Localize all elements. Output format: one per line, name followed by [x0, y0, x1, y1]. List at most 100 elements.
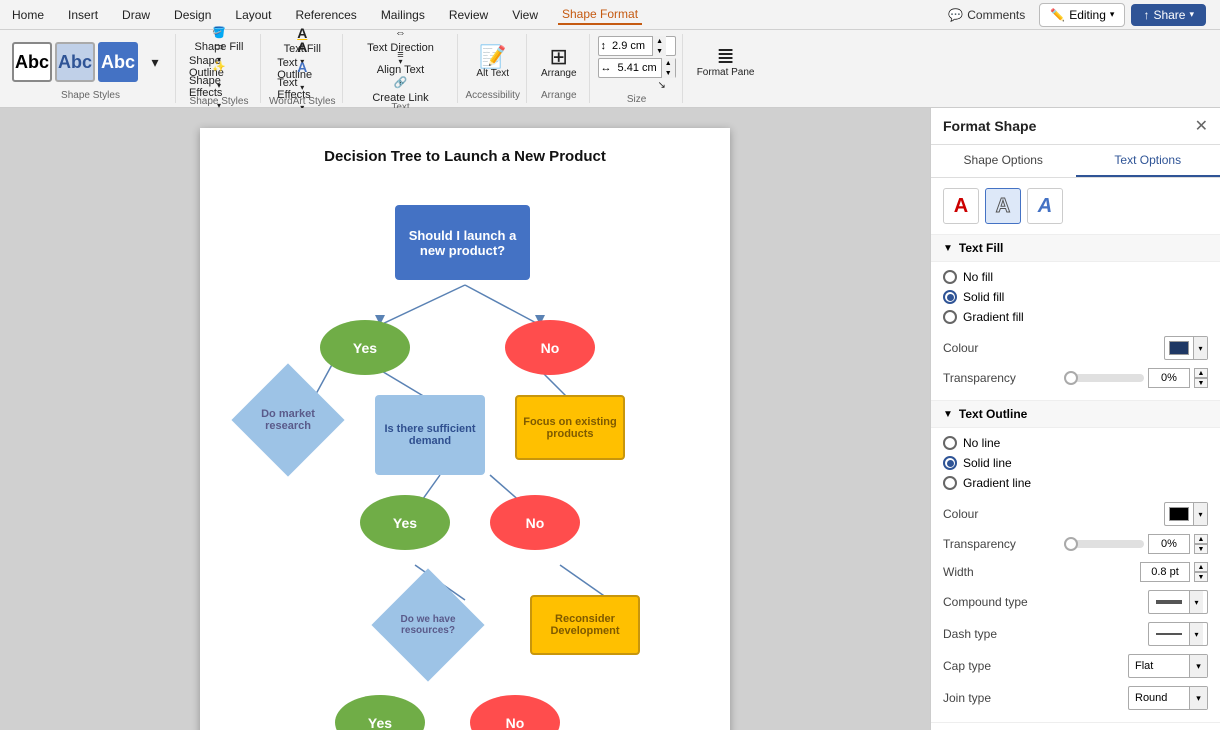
no-line-row[interactable]: No line [943, 436, 1208, 450]
join-type-dropdown[interactable]: Round ▾ [1128, 686, 1208, 710]
menu-draw[interactable]: Draw [118, 6, 154, 24]
solid-fill-row[interactable]: Solid fill [943, 290, 1208, 304]
menu-mailings[interactable]: Mailings [377, 6, 429, 24]
menu-shape-format[interactable]: Shape Format [558, 5, 642, 25]
width-spin-up2[interactable]: ▲ [1194, 562, 1208, 572]
shape-no2[interactable]: No [490, 495, 580, 550]
shape-yes2[interactable]: Yes [360, 495, 450, 550]
shape-resources-diamond[interactable]: Do we have resources? [371, 568, 484, 681]
alt-text-button[interactable]: 📝 Alt Text [470, 36, 515, 88]
outline-trans-spin-down[interactable]: ▼ [1194, 544, 1208, 554]
more-styles-button[interactable]: ▾ [141, 36, 169, 88]
menu-review[interactable]: Review [445, 6, 492, 24]
gradient-line-row[interactable]: Gradient line [943, 476, 1208, 490]
text-outline-style-icon[interactable]: A [985, 188, 1021, 224]
colour-button[interactable]: ▾ [1164, 336, 1208, 360]
height-spin-up[interactable]: ▲ [661, 58, 675, 68]
transparency-input[interactable]: 0% [1148, 368, 1190, 388]
shape-focus[interactable]: Focus on existing products [515, 395, 625, 460]
outline-transparency-input[interactable]: 0% [1148, 534, 1190, 554]
outline-trans-spin-up[interactable]: ▲ [1194, 534, 1208, 544]
dash-arrow[interactable]: ▾ [1189, 623, 1203, 645]
text-fill-style-icon[interactable]: A [943, 188, 979, 224]
no-fill-radio[interactable] [943, 270, 957, 284]
shape-yes3[interactable]: Yes [335, 695, 425, 730]
menu-view[interactable]: View [508, 6, 542, 24]
width-spin-up[interactable]: ▲ [652, 36, 666, 46]
no-fill-row[interactable]: No fill [943, 270, 1208, 284]
height-spin-down[interactable]: ▼ [661, 68, 675, 78]
arrange-button[interactable]: ⊞ Arrange [535, 36, 583, 88]
outline-transparency-slider[interactable] [1064, 540, 1144, 548]
editing-button[interactable]: ✏️ Editing ▾ [1039, 3, 1125, 27]
width-input[interactable]: 0.8 pt [1140, 562, 1190, 582]
ribbon-group-size: ↕ 2.9 cm ▲ ▼ ↔ 5.41 cm ▲ ▼ ↘ Size [592, 34, 683, 103]
solid-line-row[interactable]: Solid line [943, 456, 1208, 470]
shape-demand[interactable]: Is there sufficient demand [375, 395, 485, 475]
format-pane-header: Format Shape ✕ [931, 108, 1220, 145]
gradient-fill-row[interactable]: Gradient fill [943, 310, 1208, 324]
trans-spin-down[interactable]: ▼ [1194, 378, 1208, 388]
trans-spin-up[interactable]: ▲ [1194, 368, 1208, 378]
compound-arrow[interactable]: ▾ [1189, 591, 1203, 613]
align-text-button[interactable]: ≡ Align Text ▾ [351, 58, 451, 78]
cap-type-arrow[interactable]: ▾ [1189, 655, 1207, 677]
outline-radio-group: No line Solid line Gradient line [943, 436, 1208, 490]
menu-design[interactable]: Design [170, 6, 215, 24]
outline-colour-button[interactable]: ▾ [1164, 502, 1208, 526]
create-link-button[interactable]: 🔗 Create Link [351, 80, 451, 100]
text-fill-header[interactable]: ▼ Text Fill [931, 235, 1220, 262]
transparency-slider[interactable] [1064, 374, 1144, 382]
shape-style-3[interactable]: Abc [98, 42, 138, 82]
outline-colour-arrow[interactable]: ▾ [1193, 503, 1207, 525]
ribbon-group-format-pane: ≣ Format Pane [685, 34, 767, 103]
comments-button[interactable]: 💬 Comments [940, 4, 1033, 26]
shape-no3[interactable]: No [470, 695, 560, 730]
dash-type-button[interactable]: ▾ [1148, 622, 1208, 646]
width-spin-down2[interactable]: ▼ [1194, 572, 1208, 582]
colour-dropdown-arrow[interactable]: ▾ [1193, 337, 1207, 359]
text-outline-content: No line Solid line Gradient line Colour [931, 428, 1220, 723]
menu-layout[interactable]: Layout [231, 6, 275, 24]
tab-shape-options[interactable]: Shape Options [931, 145, 1076, 177]
shape-market-diamond[interactable]: Do market research [231, 363, 344, 476]
cap-type-dropdown[interactable]: Flat ▾ [1128, 654, 1208, 678]
canvas-area[interactable]: Decision Tree to Launch a New Product [0, 108, 930, 730]
shape-no1[interactable]: No [505, 320, 595, 375]
format-pane-button[interactable]: ≣ Format Pane [691, 36, 761, 88]
shape-root[interactable]: Should I launch a new product? [395, 205, 530, 280]
solid-fill-radio[interactable] [943, 290, 957, 304]
shape-style-1[interactable]: Abc [12, 42, 52, 82]
shape-style-2[interactable]: Abc [55, 42, 95, 82]
transparency-thumb[interactable] [1064, 371, 1078, 385]
tab-text-options[interactable]: Text Options [1076, 145, 1220, 177]
document-title: Decision Tree to Launch a New Product [220, 148, 710, 165]
menu-home[interactable]: Home [8, 6, 48, 24]
share-button[interactable]: ↑ Share ▾ [1131, 4, 1206, 26]
shape-reconsider[interactable]: Reconsider Development [530, 595, 640, 655]
close-button[interactable]: ✕ [1195, 116, 1208, 136]
arrange-icon: ⊞ [550, 46, 568, 68]
text-effects-button[interactable]: A Text Effects ▾ [272, 76, 332, 94]
width-icon: ↔ [599, 62, 614, 74]
text-effects-style-icon[interactable]: A [1027, 188, 1063, 224]
menu-insert[interactable]: Insert [64, 6, 102, 24]
gradient-line-radio[interactable] [943, 476, 957, 490]
text-outline-chevron: ▼ [943, 409, 953, 420]
width-spin-down[interactable]: ▼ [652, 46, 666, 56]
join-type-arrow[interactable]: ▾ [1189, 687, 1207, 709]
outline-icon: ▭ [214, 40, 224, 53]
compound-type-button[interactable]: ▾ [1148, 590, 1208, 614]
fill-buttons: 🪣 Shape Fill ▾ ▭ Shape Outline ▾ ✨ Shape… [184, 36, 254, 94]
text-outline-header[interactable]: ▼ Text Outline [931, 401, 1220, 428]
gradient-fill-radio[interactable] [943, 310, 957, 324]
solid-line-radio[interactable] [943, 456, 957, 470]
share-label: Share [1153, 8, 1185, 22]
outline-transparency-thumb[interactable] [1064, 537, 1078, 551]
no-line-radio[interactable] [943, 436, 957, 450]
shape-effects-button[interactable]: ✨ Shape Effects ▾ [184, 76, 254, 94]
menu-references[interactable]: References [291, 6, 360, 24]
shape-yes1[interactable]: Yes [320, 320, 410, 375]
format-pane: Format Shape ✕ Shape Options Text Option… [930, 108, 1220, 730]
size-more-button[interactable]: ↘ [648, 78, 676, 92]
